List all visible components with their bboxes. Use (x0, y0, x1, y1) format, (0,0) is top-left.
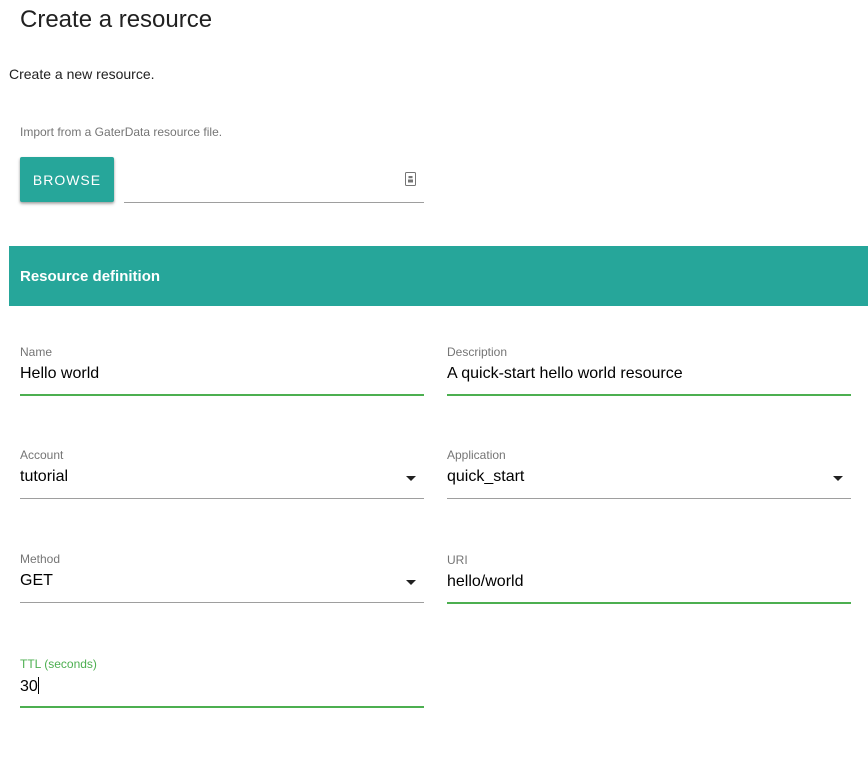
caret-down-icon[interactable] (406, 476, 416, 481)
text-cursor (37, 677, 39, 694)
application-underline (447, 498, 851, 499)
ttl-label: TTL (seconds) (20, 657, 97, 671)
file-path-input[interactable] (124, 165, 394, 193)
description-input[interactable]: A quick-start hello world resource (447, 365, 817, 383)
section-title: Resource definition (20, 268, 161, 285)
method-label: Method (20, 552, 61, 566)
description-field[interactable]: Description A quick-start hello world re… (447, 345, 851, 401)
resource-definition-header: Resource definition (9, 246, 868, 306)
application-label: Application (447, 448, 506, 462)
name-field[interactable]: Name Hello world (20, 345, 424, 401)
file-upload-icon[interactable] (405, 172, 416, 186)
account-label: Account (20, 448, 64, 462)
ttl-underline (20, 706, 424, 708)
import-label: Import from a GaterData resource file. (20, 125, 223, 139)
ttl-input[interactable]: 30 (20, 678, 38, 695)
page-title: Create a resource (20, 6, 213, 33)
caret-down-icon[interactable] (833, 476, 843, 481)
caret-down-icon[interactable] (406, 580, 416, 585)
method-select[interactable]: Method GET (20, 552, 424, 608)
name-label: Name (20, 345, 53, 359)
page-subtitle: Create a new resource. (9, 66, 155, 82)
method-underline (20, 602, 424, 603)
name-underline (20, 394, 424, 396)
file-path-field (124, 157, 424, 203)
browse-button[interactable]: BROWSE (20, 157, 114, 202)
uri-field[interactable]: URI hello/world (447, 553, 851, 609)
description-underline (447, 394, 851, 396)
application-selected-value[interactable]: quick_start (447, 468, 817, 486)
method-selected-value[interactable]: GET (20, 572, 390, 590)
account-selected-value[interactable]: tutorial (20, 468, 390, 486)
uri-label: URI (447, 553, 468, 567)
name-input[interactable]: Hello world (20, 365, 390, 383)
description-label: Description (447, 345, 508, 359)
application-select[interactable]: Application quick_start (447, 448, 851, 504)
ttl-input-wrap[interactable]: 30 (20, 677, 390, 696)
account-underline (20, 498, 424, 499)
uri-input[interactable]: hello/world (447, 573, 817, 591)
ttl-field[interactable]: TTL (seconds) 30 (20, 657, 424, 713)
uri-underline (447, 602, 851, 604)
account-select[interactable]: Account tutorial (20, 448, 424, 504)
